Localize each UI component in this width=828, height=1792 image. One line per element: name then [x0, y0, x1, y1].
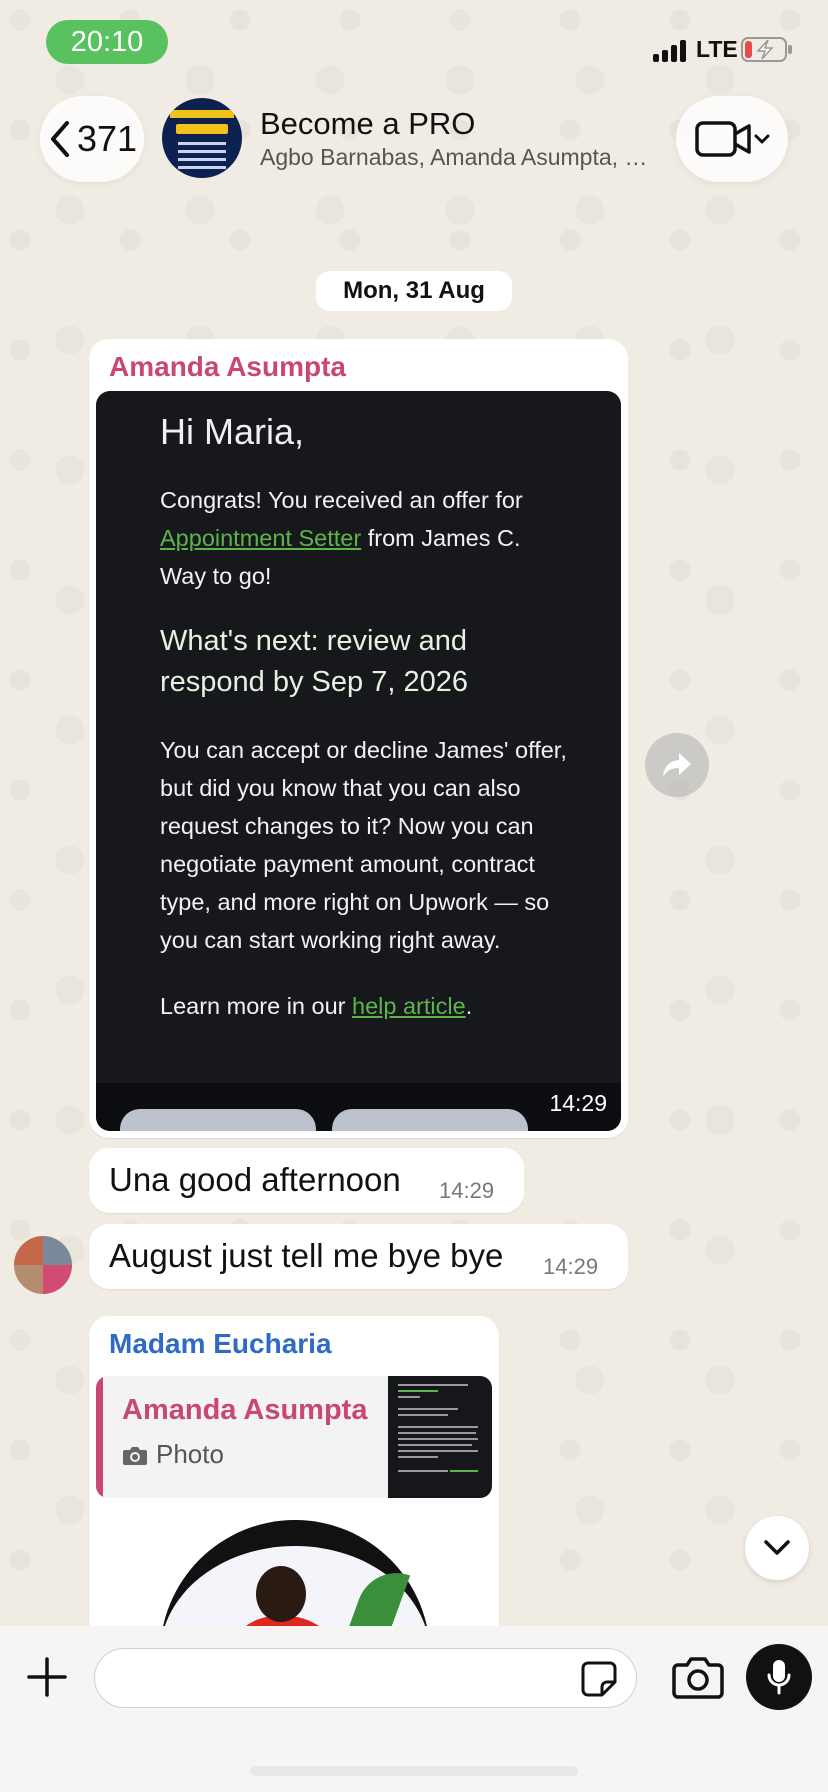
voice-message-button[interactable] — [746, 1644, 812, 1710]
message-bubble-text[interactable]: Una good afternoon 14:29 — [89, 1148, 524, 1213]
image-paragraph-details: You can accept or decline James' offer, … — [160, 737, 567, 953]
date-separator: Mon, 31 Aug — [316, 271, 512, 311]
chevron-down-icon — [764, 1540, 790, 1555]
forward-button[interactable] — [645, 733, 709, 797]
image-paragraph-offer: Congrats! You received an offer for Appo… — [160, 487, 523, 589]
message-bubble-text[interactable]: August just tell me bye bye 14:29 — [89, 1224, 628, 1289]
microphone-icon — [767, 1660, 791, 1695]
image-bottom-strip — [96, 1083, 621, 1131]
message-bubble-image[interactable]: Amanda Asumpta Hi Maria, Congrats! You r… — [89, 339, 628, 1138]
image-link-job: Appointment Setter — [160, 525, 362, 551]
image-link-help: help article — [352, 993, 466, 1019]
status-bar: 20:10 LTE — [0, 0, 828, 90]
unread-count: 371 — [76, 118, 138, 159]
camera-icon[interactable] — [672, 1652, 724, 1702]
forward-icon — [663, 753, 691, 777]
message-text: August just tell me bye bye — [109, 1237, 504, 1274]
message-input[interactable] — [115, 1657, 555, 1701]
battery-low-charging-icon — [741, 37, 792, 62]
back-button[interactable]: 371 — [40, 96, 144, 182]
message-image[interactable]: Hi Maria, Congrats! You received an offe… — [96, 391, 621, 1131]
image-greeting: Hi Maria, — [160, 411, 305, 452]
status-time: 20:10 — [46, 20, 168, 64]
message-time: 14:29 — [439, 1178, 495, 1203]
image-heading: What's next: review and respond by Sep 7… — [160, 625, 468, 698]
quoted-sender: Amanda Asumpta — [122, 1394, 368, 1426]
sticker-icon[interactable] — [580, 1660, 618, 1698]
message-text-field[interactable] — [94, 1648, 637, 1708]
camera-icon — [123, 1446, 147, 1465]
chevron-left-icon — [50, 121, 69, 157]
message-time: 14:29 — [543, 1254, 599, 1279]
home-indicator — [250, 1766, 578, 1776]
chat-members[interactable]: Agbo Barnabas, Amanda Asumpta, Madam Euc… — [260, 144, 660, 171]
group-avatar[interactable] — [162, 98, 242, 178]
sender-avatar[interactable] — [14, 1236, 72, 1294]
attach-button[interactable] — [24, 1654, 70, 1700]
message-input-bar — [0, 1626, 828, 1792]
quoted-thumbnail — [388, 1376, 492, 1498]
cellular-signal-icon — [653, 38, 689, 62]
video-camera-icon — [695, 121, 770, 157]
message-text: Una good afternoon — [109, 1161, 401, 1198]
video-call-button[interactable] — [676, 96, 788, 182]
plus-icon — [27, 1657, 67, 1697]
message-time: 14:29 — [549, 1090, 607, 1116]
scroll-to-bottom-button[interactable] — [745, 1516, 809, 1580]
network-type: LTE — [696, 36, 738, 62]
image-paragraph-help: Learn more in our help article. — [160, 993, 473, 1019]
quote-accent-bar — [96, 1376, 103, 1498]
sender-name[interactable]: Madam Eucharia — [109, 1328, 332, 1360]
quoted-message[interactable]: Amanda Asumpta Photo — [96, 1376, 492, 1498]
chat-title[interactable]: Become a PRO — [260, 106, 475, 142]
quoted-type: Photo — [122, 1439, 224, 1470]
sender-name[interactable]: Amanda Asumpta — [109, 351, 346, 383]
